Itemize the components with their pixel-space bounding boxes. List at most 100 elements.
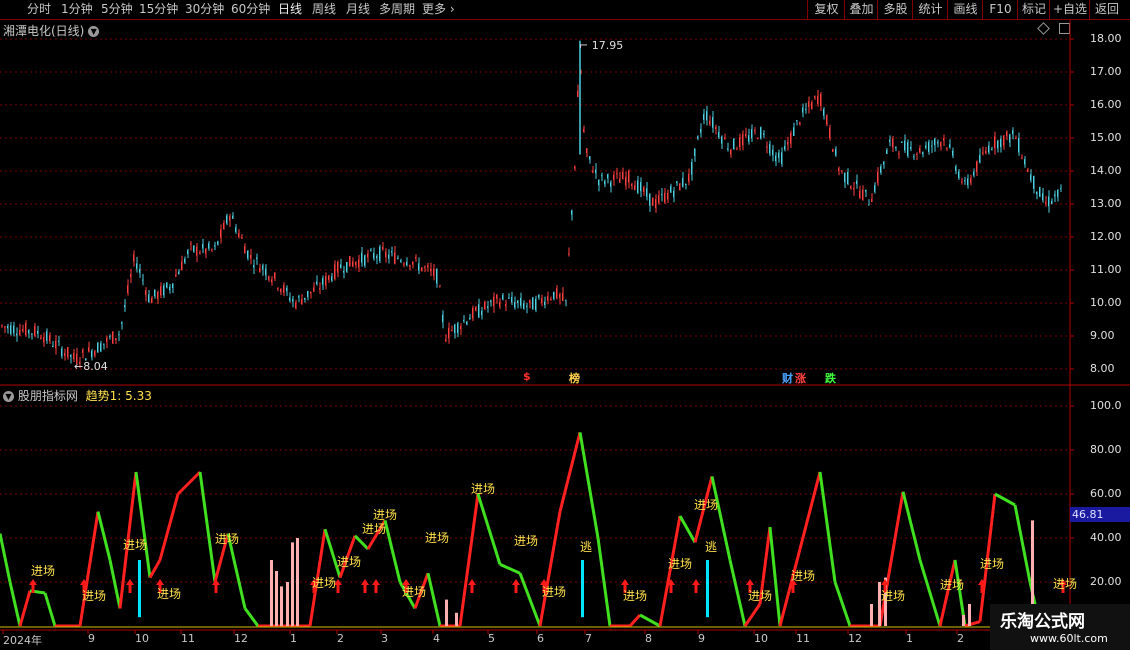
candle-body	[406, 261, 408, 266]
trend-segment	[678, 515, 697, 544]
candle-body	[229, 216, 231, 221]
indicator-tick-label: 40.00	[1090, 531, 1122, 544]
buy-arrow-icon	[512, 579, 520, 593]
candle-body	[340, 264, 342, 268]
price-tick-label: 18.00	[1090, 32, 1122, 45]
candle-body	[559, 294, 561, 298]
candle-body	[232, 215, 234, 219]
candle-body	[154, 289, 156, 297]
candle-body	[484, 301, 486, 309]
candle-body	[283, 285, 285, 293]
candle-body	[277, 288, 279, 290]
candle-body	[595, 169, 597, 174]
event-marker-down[interactable]: 跌	[825, 370, 836, 386]
candle-body	[262, 265, 264, 270]
candle-body	[328, 275, 330, 280]
date-tick-label: 10	[754, 632, 768, 645]
candle-body	[862, 189, 864, 201]
candle-body	[394, 252, 396, 264]
candle-body	[43, 337, 45, 343]
candle-body	[196, 246, 198, 256]
chart-canvas[interactable]: 进场进场进场进场进场进场进场进场进场进场进场进场进场进场 进场进场进场进场进场进场…	[0, 0, 1130, 650]
candle-body	[247, 250, 249, 259]
candle-body	[163, 285, 165, 296]
candle-body	[37, 330, 39, 334]
candle-body	[886, 149, 888, 154]
trend-segment	[0, 533, 12, 583]
candle-body	[667, 192, 669, 200]
entry-signal-label: 进场	[31, 564, 55, 578]
candle-body	[925, 145, 927, 148]
candle-body	[919, 147, 921, 153]
candle-body	[373, 252, 375, 259]
candle-body	[487, 306, 489, 308]
candle-body	[880, 166, 882, 173]
candle-body	[460, 326, 462, 329]
candle-body	[361, 252, 363, 263]
candle-body	[649, 193, 651, 206]
histogram-bar	[968, 604, 971, 626]
candle-body	[382, 246, 384, 250]
event-marker-bang[interactable]: 榜	[569, 370, 580, 386]
candle-body	[427, 265, 429, 268]
date-tick-label: 2	[957, 632, 964, 645]
candle-body	[445, 339, 447, 342]
buy-arrow-icon	[372, 579, 380, 593]
candle-body	[265, 268, 267, 276]
candle-body	[844, 172, 846, 183]
candle-body	[52, 346, 54, 348]
candle-body	[499, 302, 501, 307]
candle-body	[805, 108, 807, 111]
candle-body	[610, 181, 612, 187]
trend-segment	[558, 432, 582, 512]
candle-body	[574, 166, 576, 169]
event-marker-dollar[interactable]: $	[523, 370, 531, 383]
candle-body	[625, 176, 627, 186]
candle-body	[1060, 188, 1062, 190]
candle-body	[1, 325, 3, 327]
candle-body	[58, 340, 60, 342]
candle-body	[400, 260, 402, 262]
candle-body	[616, 173, 618, 175]
candle-body	[1015, 138, 1017, 140]
candle-body	[931, 145, 933, 147]
trend-segment	[596, 537, 612, 627]
candle-body	[478, 304, 480, 318]
candle-body	[421, 267, 423, 271]
candle-body	[865, 189, 867, 192]
candle-body	[742, 134, 744, 146]
candle-body	[721, 136, 723, 144]
candle-body	[7, 325, 9, 329]
candle-body	[313, 287, 315, 292]
candle-body	[994, 136, 996, 149]
candle-body	[469, 317, 471, 320]
trend-segment	[658, 515, 682, 627]
event-marker-finance[interactable]: 财	[782, 370, 793, 386]
candle-body	[364, 255, 366, 266]
candle-body	[322, 278, 324, 285]
candle-body	[280, 288, 282, 293]
candle-body	[652, 198, 654, 206]
trend-segment	[323, 528, 342, 579]
candle-body	[418, 263, 420, 271]
trend-segment	[78, 511, 100, 627]
trend-segment	[176, 470, 202, 496]
price-tick-label: 9.00	[1090, 329, 1115, 342]
histogram-bar	[286, 582, 289, 626]
candle-body	[511, 297, 513, 303]
candle-body	[541, 298, 543, 304]
candle-body	[346, 262, 348, 272]
candle-body	[853, 188, 855, 190]
candle-body	[922, 152, 924, 155]
candle-body	[148, 294, 150, 302]
candle-body	[874, 185, 876, 192]
candle-body	[619, 178, 621, 183]
entry-signal-label: 进场	[82, 589, 106, 603]
candle-body	[544, 301, 546, 306]
candle-body	[130, 274, 132, 278]
date-tick-label: 2024年	[3, 634, 42, 647]
histogram-bar	[280, 586, 283, 626]
date-tick-label: 6	[537, 632, 544, 645]
event-marker-up[interactable]: 涨	[795, 370, 806, 386]
entry-signal-label: 进场	[425, 531, 449, 545]
